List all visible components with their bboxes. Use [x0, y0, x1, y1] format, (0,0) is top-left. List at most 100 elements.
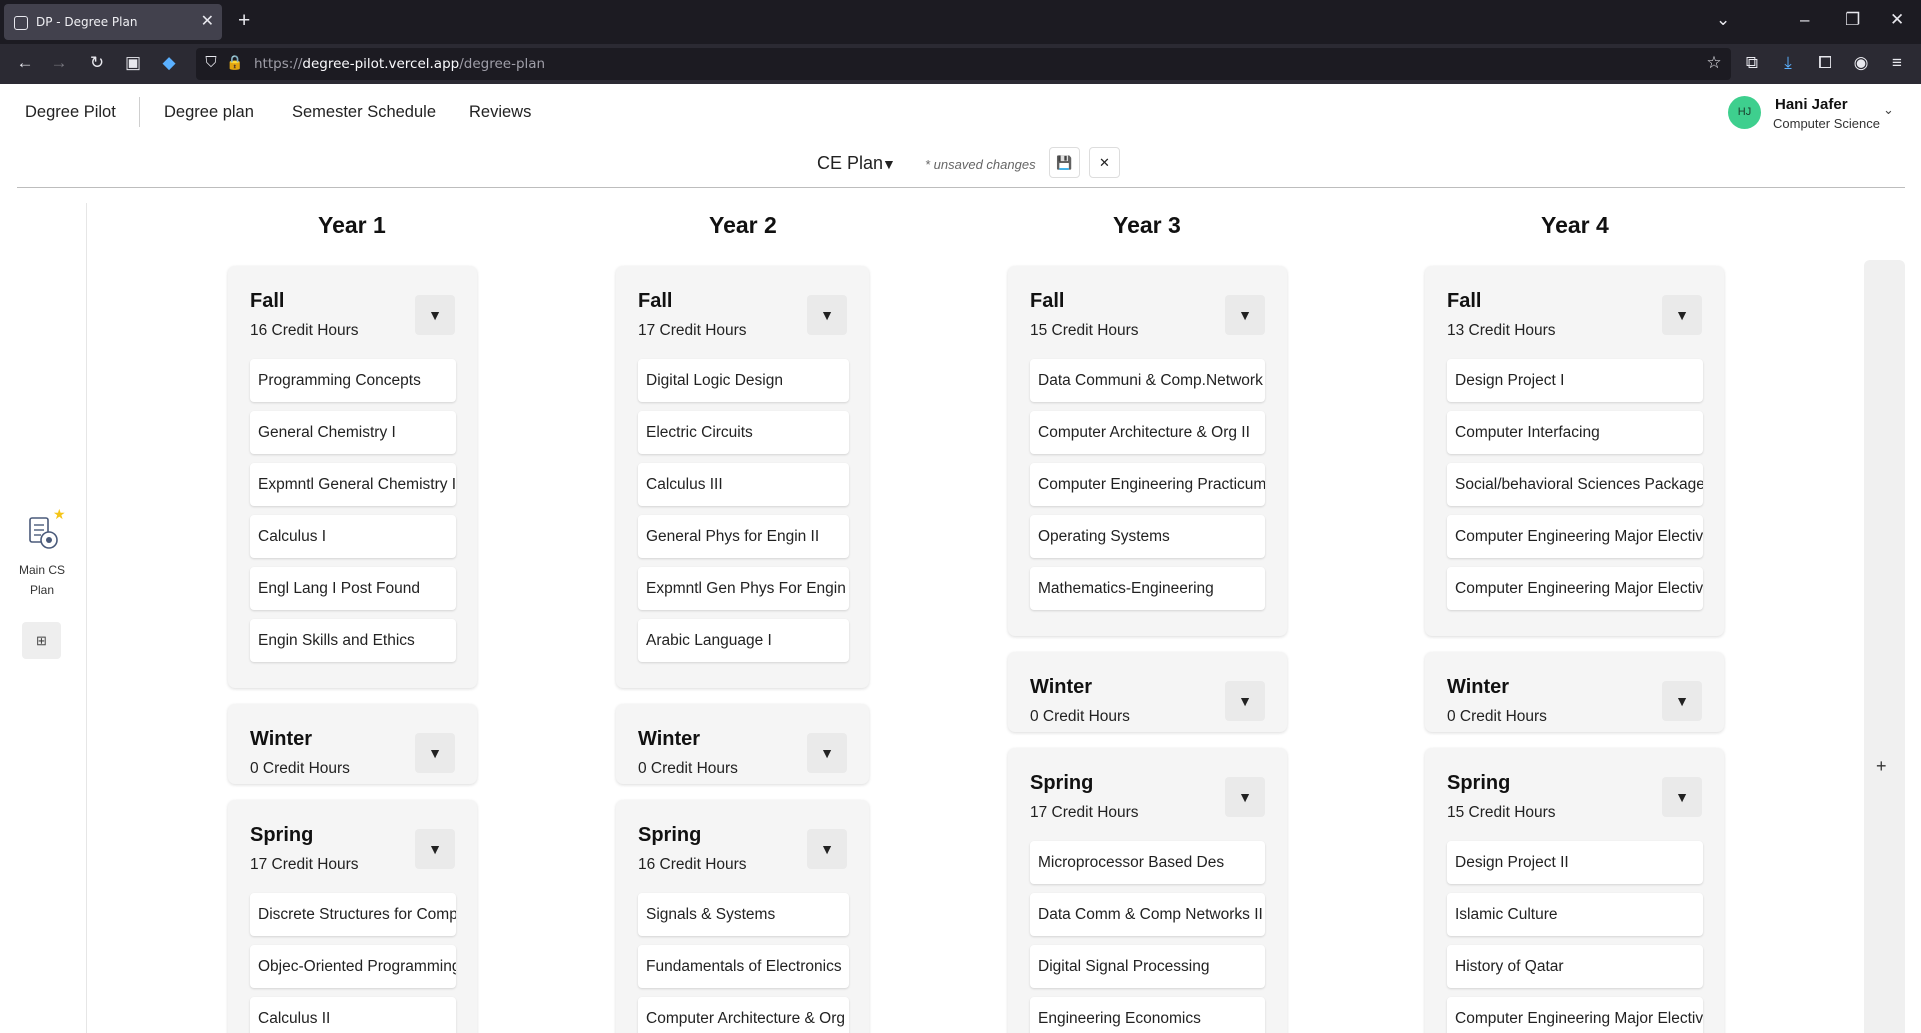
right-panel: [1864, 260, 1905, 1033]
semester-toggle-button[interactable]: ▼: [807, 829, 847, 869]
course-card[interactable]: History of Qatar: [1447, 945, 1703, 988]
course-card[interactable]: Programming Concepts: [250, 359, 456, 402]
downloads-icon[interactable]: ⤓: [1777, 53, 1799, 73]
credit-hours: 16 Credit Hours: [250, 322, 359, 339]
course-card[interactable]: Digital Signal Processing: [1030, 945, 1265, 988]
course-card[interactable]: Objec-Oriented Programming: [250, 945, 456, 988]
semester-toggle-button[interactable]: ▼: [1225, 681, 1265, 721]
semester-toggle-button[interactable]: ▼: [1662, 681, 1702, 721]
course-card[interactable]: Electric Circuits: [638, 411, 849, 454]
save-button[interactable]: 💾: [1049, 147, 1080, 178]
course-card[interactable]: Digital Logic Design: [638, 359, 849, 402]
semester-toggle-button[interactable]: ▼: [415, 295, 455, 335]
course-card[interactable]: Data Comm & Comp Networks II: [1030, 893, 1265, 936]
course-card[interactable]: Calculus I: [250, 515, 456, 558]
semester-toggle-button[interactable]: ▼: [415, 733, 455, 773]
course-card[interactable]: Arabic Language I: [638, 619, 849, 662]
semester-toggle-button[interactable]: ▼: [1225, 777, 1265, 817]
course-card[interactable]: Design Project I: [1447, 359, 1703, 402]
container-icon[interactable]: ▣: [122, 53, 144, 73]
url-bar[interactable]: ⛉ 🔒 https://degree-pilot.vercel.app/degr…: [196, 48, 1731, 80]
credit-hours: 0 Credit Hours: [1030, 708, 1130, 725]
caret-down-icon: ▼: [428, 841, 442, 857]
list-tabs-icon[interactable]: ⌄: [1716, 10, 1730, 30]
semester-toggle-button[interactable]: ▼: [415, 829, 455, 869]
lock-icon[interactable]: 🔒: [224, 54, 246, 71]
semester-toggle-button[interactable]: ▼: [807, 295, 847, 335]
course-card[interactable]: Engin Skills and Ethics: [250, 619, 456, 662]
close-window-icon[interactable]: ✕: [1890, 10, 1904, 30]
url-text[interactable]: https://degree-pilot.vercel.app/degree-p…: [254, 56, 545, 72]
course-card[interactable]: Mathematics-Engineering: [1030, 567, 1265, 610]
caret-down-icon[interactable]: ▼: [882, 156, 896, 172]
sidebar-divider: [86, 203, 87, 1033]
semester-toggle-button[interactable]: ▼: [1662, 777, 1702, 817]
course-card[interactable]: Computer Engineering Major Electives: [1447, 997, 1703, 1033]
semester-name: Spring: [250, 824, 314, 846]
semester-toggle-button[interactable]: ▼: [1225, 295, 1265, 335]
course-card[interactable]: Operating Systems: [1030, 515, 1265, 558]
course-card[interactable]: Computer Architecture & Org I: [638, 997, 849, 1033]
course-card[interactable]: General Phys for Engin II: [638, 515, 849, 558]
forward-icon[interactable]: →: [48, 53, 70, 73]
brand-logo[interactable]: Degree Pilot: [25, 103, 116, 122]
add-plan-button[interactable]: ⊞: [22, 622, 61, 659]
course-card[interactable]: Engineering Economics: [1030, 997, 1265, 1033]
user-name[interactable]: Hani Jafer: [1775, 96, 1848, 113]
back-icon[interactable]: ←: [14, 53, 36, 73]
add-year-icon[interactable]: +: [1876, 756, 1887, 777]
semester-card-winter: Winter 0 Credit Hours ▼: [1425, 652, 1724, 732]
close-tab-icon[interactable]: ✕: [201, 11, 214, 31]
course-card[interactable]: Expmntl General Chemistry I: [250, 463, 456, 506]
star-icon: ★: [53, 506, 66, 522]
course-card[interactable]: Social/behavioral Sciences Package: [1447, 463, 1703, 506]
course-card[interactable]: Data Communi & Comp.Network I: [1030, 359, 1265, 402]
browser-tab[interactable]: DP - Degree Plan ✕: [4, 4, 222, 40]
new-tab-icon[interactable]: +: [238, 9, 250, 33]
bookmark-star-icon[interactable]: ☆: [1703, 53, 1725, 73]
url-scheme: https://: [254, 56, 303, 72]
course-card[interactable]: Design Project II: [1447, 841, 1703, 884]
url-path: /degree-plan: [459, 56, 546, 72]
save-icon: 💾: [1056, 155, 1073, 170]
restore-icon[interactable]: ❐: [1845, 10, 1860, 30]
menu-icon[interactable]: ≡: [1886, 53, 1908, 73]
course-card[interactable]: Computer Interfacing: [1447, 411, 1703, 454]
nav-reviews[interactable]: Reviews: [469, 103, 531, 122]
tracking-shield-icon[interactable]: ⛉: [200, 54, 222, 71]
course-card[interactable]: Islamic Culture: [1447, 893, 1703, 936]
nav-semester-schedule[interactable]: Semester Schedule: [292, 103, 436, 122]
semester-card-spring: Spring 17 Credit Hours ▼ Discrete Structure…: [228, 800, 477, 1033]
discard-button[interactable]: ✕: [1089, 147, 1120, 178]
course-card[interactable]: Engl Lang I Post Found: [250, 567, 456, 610]
course-card[interactable]: Expmntl Gen Phys For Engin II: [638, 567, 849, 610]
course-card[interactable]: Discrete Structures for Compt: [250, 893, 456, 936]
course-card[interactable]: General Chemistry I: [250, 411, 456, 454]
screenshot-icon[interactable]: ⧉: [1741, 53, 1763, 73]
course-card[interactable]: Computer Architecture & Org II: [1030, 411, 1265, 454]
chevron-down-icon[interactable]: ⌄: [1883, 102, 1894, 118]
extension-shield-icon[interactable]: ◆: [158, 53, 180, 73]
course-card[interactable]: Computer Engineering Practicum: [1030, 463, 1265, 506]
semester-toggle-button[interactable]: ▼: [807, 733, 847, 773]
avatar[interactable]: HJ: [1728, 96, 1761, 129]
course-card[interactable]: Signals & Systems: [638, 893, 849, 936]
side-plan-label[interactable]: Main CS Plan: [12, 560, 72, 600]
course-card[interactable]: Calculus II: [250, 997, 456, 1033]
course-card[interactable]: Fundamentals of Electronics: [638, 945, 849, 988]
profile-icon[interactable]: ◉: [1850, 53, 1872, 73]
credit-hours: 13 Credit Hours: [1447, 322, 1556, 339]
semester-toggle-button[interactable]: ▼: [1662, 295, 1702, 335]
extensions-icon[interactable]: ⧠: [1814, 53, 1836, 73]
semester-name: Winter: [250, 728, 313, 750]
reload-icon[interactable]: ↻: [86, 53, 108, 73]
course-card[interactable]: Calculus III: [638, 463, 849, 506]
plan-selector[interactable]: CE Plan: [817, 153, 883, 174]
credit-hours: 17 Credit Hours: [1030, 804, 1139, 821]
course-card[interactable]: Computer Engineering Major Electives: [1447, 515, 1703, 558]
caret-down-icon: ▼: [820, 307, 834, 323]
nav-degree-plan[interactable]: Degree plan: [164, 103, 254, 122]
course-card[interactable]: Computer Engineering Major Electives: [1447, 567, 1703, 610]
minimize-icon[interactable]: –: [1800, 10, 1809, 30]
course-card[interactable]: Microprocessor Based Des: [1030, 841, 1265, 884]
